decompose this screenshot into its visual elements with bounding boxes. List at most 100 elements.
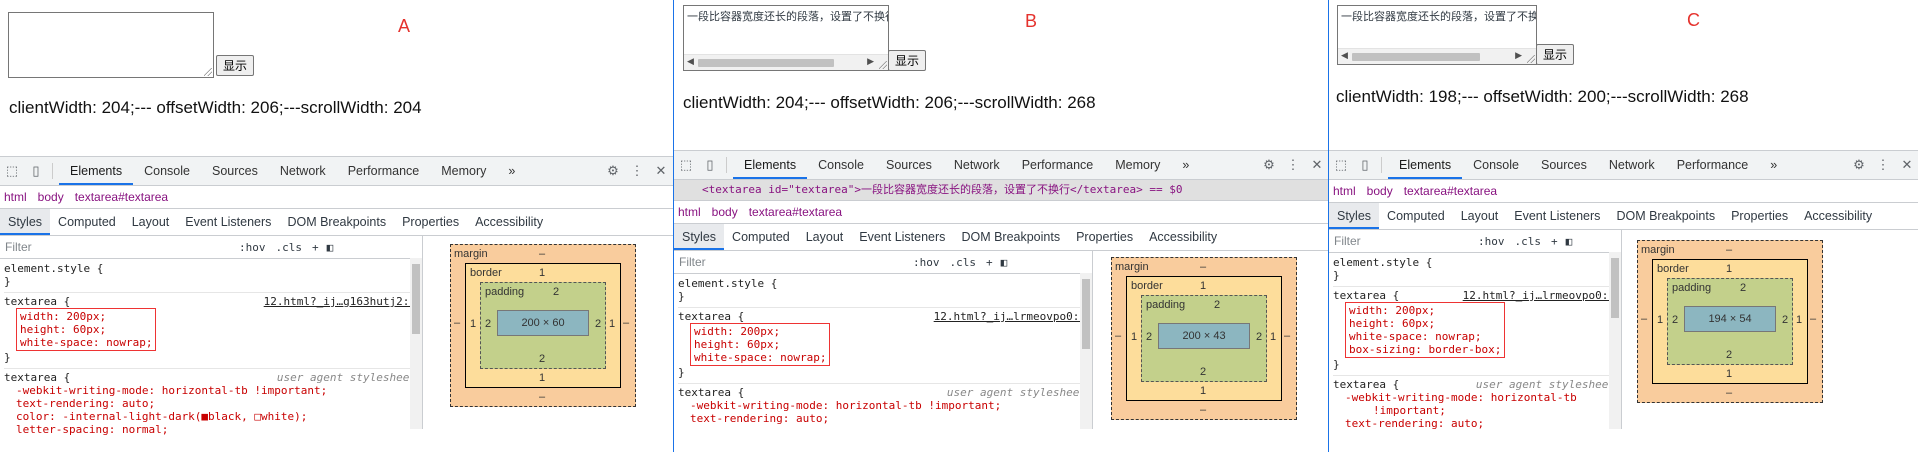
filter-input[interactable]: Filter [5,240,235,254]
textarea-b[interactable]: 一段比容器宽度还长的段落，设置了不换行 ◀ ▶ [683,5,889,71]
tab-performance[interactable]: Performance [1011,151,1105,179]
more-tabs-icon[interactable]: » [1171,151,1200,179]
resize-grip-icon[interactable] [1527,55,1535,63]
resize-grip-icon[interactable] [204,68,212,76]
tab-network[interactable]: Network [943,151,1011,179]
breadcrumb-body[interactable]: body [1367,184,1393,198]
subtab-computed[interactable]: Computed [50,209,124,235]
css-prop[interactable]: white-space: nowrap; [1349,330,1481,343]
subtab-event-listeners[interactable]: Event Listeners [1506,203,1608,229]
tab-console[interactable]: Console [133,157,201,185]
subtab-properties[interactable]: Properties [1723,203,1796,229]
rule-source-link[interactable]: 12.html?_ij…lrmeovpo0:7 [934,310,1086,323]
more-tabs-icon[interactable]: » [497,157,526,185]
inspect-icon[interactable]: ⬚ [679,157,693,172]
cls-toggle[interactable]: .cls [276,241,303,254]
css-prop[interactable]: box-sizing: border-box; [1349,343,1501,356]
breadcrumb-html[interactable]: html [4,190,27,204]
tab-performance[interactable]: Performance [1666,151,1760,179]
textarea-c[interactable]: 一段比容器宽度还长的段落，设置了不换行 ◀ ▶ [1337,5,1537,65]
css-prop[interactable]: width: 200px; [694,325,780,338]
css-prop[interactable]: height: 60px; [20,323,106,336]
subtab-styles[interactable]: Styles [1329,203,1380,229]
settings-gear-icon[interactable]: ⚙ [606,163,620,178]
styles-scrollbar[interactable] [1609,252,1621,429]
device-toggle-icon[interactable]: ▯ [29,163,43,178]
css-prop[interactable]: width: 200px; [20,310,106,323]
tab-console[interactable]: Console [1462,151,1530,179]
tab-elements[interactable]: Elements [59,157,134,185]
scroll-right-icon[interactable]: ▶ [867,57,874,67]
subtab-properties[interactable]: Properties [394,209,467,235]
tab-elements[interactable]: Elements [1388,151,1463,179]
inspect-icon[interactable]: ⬚ [5,163,19,178]
subtab-properties[interactable]: Properties [1068,224,1141,250]
breadcrumb-textarea[interactable]: textarea#textarea [75,190,168,204]
kebab-menu-icon[interactable]: ⋮ [1876,157,1890,172]
tab-sources[interactable]: Sources [1530,151,1598,179]
tab-network[interactable]: Network [269,157,337,185]
subtab-accessibility[interactable]: Accessibility [1141,224,1225,250]
subtab-computed[interactable]: Computed [1379,203,1453,229]
css-prop[interactable]: height: 60px; [694,338,780,351]
subtab-dom-breakpoints[interactable]: DOM Breakpoints [1608,203,1723,229]
close-icon[interactable]: ✕ [1310,157,1324,172]
cls-toggle[interactable]: .cls [950,256,977,269]
show-button[interactable]: 显示 [1536,44,1575,65]
dom-tree-line[interactable]: <textarea id="textarea">一段比容器宽度还长的段落，设置了… [674,180,1329,201]
add-rule-icon[interactable]: + [986,256,993,269]
resize-grip-icon[interactable] [879,61,887,69]
device-toggle-icon[interactable]: ▯ [703,157,717,172]
add-rule-icon[interactable]: + [312,241,319,254]
subtab-layout[interactable]: Layout [798,224,852,250]
css-prop[interactable]: width: 200px; [1349,304,1435,317]
subtab-accessibility[interactable]: Accessibility [1796,203,1880,229]
breadcrumb-body[interactable]: body [38,190,64,204]
subtab-computed[interactable]: Computed [724,224,798,250]
computed-sidebar-icon[interactable]: ◧ [1566,235,1573,248]
textarea-a[interactable] [8,12,214,78]
tab-performance[interactable]: Performance [337,157,431,185]
computed-sidebar-icon[interactable]: ◧ [1001,256,1008,269]
subtab-styles[interactable]: Styles [674,224,725,250]
css-prop[interactable]: white-space: nowrap; [20,336,152,349]
breadcrumb-html[interactable]: html [678,205,701,219]
tab-memory[interactable]: Memory [1104,151,1171,179]
rule-source-link[interactable]: 12.html?_ij…g163hutj2:7 [264,295,416,308]
scroll-left-icon[interactable]: ◀ [687,57,694,67]
subtab-event-listeners[interactable]: Event Listeners [851,224,953,250]
subtab-dom-breakpoints[interactable]: DOM Breakpoints [279,209,394,235]
subtab-styles[interactable]: Styles [0,209,51,235]
textarea-hscrollbar[interactable]: ◀ ▶ [1338,48,1536,64]
subtab-event-listeners[interactable]: Event Listeners [177,209,279,235]
add-rule-icon[interactable]: + [1551,235,1558,248]
subtab-dom-breakpoints[interactable]: DOM Breakpoints [953,224,1068,250]
filter-input[interactable]: Filter [679,255,909,269]
css-prop[interactable]: white-space: nowrap; [694,351,826,364]
breadcrumb-textarea[interactable]: textarea#textarea [749,205,842,219]
cls-toggle[interactable]: .cls [1515,235,1542,248]
hov-toggle[interactable]: :hov [913,256,940,269]
subtab-layout[interactable]: Layout [124,209,178,235]
rule-source-link[interactable]: 12.html?_ij…lrmeovpo0:7 [1463,289,1615,302]
show-button[interactable]: 显示 [216,55,255,76]
tab-elements[interactable]: Elements [733,151,808,179]
scroll-left-icon[interactable]: ◀ [1341,51,1348,61]
subtab-accessibility[interactable]: Accessibility [467,209,551,235]
css-prop[interactable]: height: 60px; [1349,317,1435,330]
inspect-icon[interactable]: ⬚ [1334,157,1348,172]
kebab-menu-icon[interactable]: ⋮ [1286,157,1300,172]
close-icon[interactable]: ✕ [1900,157,1914,172]
hov-toggle[interactable]: :hov [239,241,266,254]
hov-toggle[interactable]: :hov [1478,235,1505,248]
breadcrumb-html[interactable]: html [1333,184,1356,198]
textarea-hscrollbar[interactable]: ◀ ▶ [684,54,888,70]
tab-sources[interactable]: Sources [875,151,943,179]
breadcrumb-body[interactable]: body [712,205,738,219]
scroll-right-icon[interactable]: ▶ [1515,51,1522,61]
tab-memory[interactable]: Memory [430,157,497,185]
close-icon[interactable]: ✕ [654,163,668,178]
settings-gear-icon[interactable]: ⚙ [1852,157,1866,172]
subtab-layout[interactable]: Layout [1453,203,1507,229]
styles-scrollbar[interactable] [410,258,422,429]
